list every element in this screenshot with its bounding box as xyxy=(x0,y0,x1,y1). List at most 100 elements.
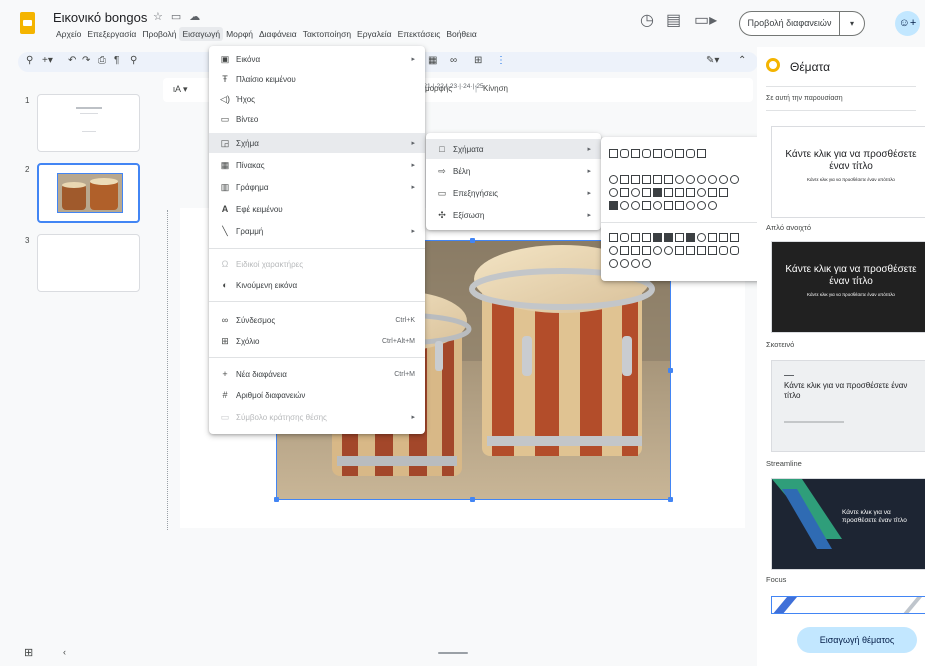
flowchart-offpage-shape[interactable] xyxy=(620,246,629,255)
theme-card-partial[interactable] xyxy=(771,596,925,614)
menu-item-audio[interactable]: ◁) Ήχος xyxy=(209,89,425,109)
slides-logo[interactable] xyxy=(20,12,35,34)
pentagon-shape[interactable] xyxy=(675,175,684,184)
submenu-item-equation[interactable]: ✣ Εξίσωση ▸ xyxy=(426,205,601,225)
menu-item-text-box[interactable]: Ŧ Πλαίσιο κειμένου xyxy=(209,69,425,89)
cross-shape[interactable] xyxy=(675,188,684,197)
menu-insert[interactable]: Εισαγωγή xyxy=(179,27,224,41)
comments-icon[interactable]: ▤ xyxy=(666,10,681,30)
menu-item-line[interactable]: ╲ Γραμμή ▸ xyxy=(209,221,425,241)
search-menus-icon[interactable]: ⚲ xyxy=(26,55,33,66)
flowchart-data-shape[interactable] xyxy=(642,233,651,242)
flowchart-predefined-shape[interactable] xyxy=(653,233,662,242)
menu-item-chart[interactable]: ▥ Γράφημα ▸ xyxy=(209,177,425,197)
flowchart-or-shape[interactable] xyxy=(664,246,673,255)
flowchart-sequential-shape[interactable] xyxy=(609,259,618,268)
flowchart-punched-tape-shape[interactable] xyxy=(642,246,651,255)
menu-item-link[interactable]: ∞ Σύνδεσμος Ctrl+K xyxy=(209,310,425,330)
resize-handle[interactable] xyxy=(668,368,673,373)
heptagon-shape[interactable] xyxy=(697,175,706,184)
dodecagon-shape[interactable] xyxy=(730,175,739,184)
flowchart-multidocument-shape[interactable] xyxy=(686,233,695,242)
trapezoid-shape[interactable] xyxy=(653,175,662,184)
cloud-shape[interactable] xyxy=(708,201,717,210)
menu-view[interactable]: Προβολή xyxy=(139,27,179,41)
submenu-item-callouts[interactable]: ▭ Επεξηγήσεις ▸ xyxy=(426,183,601,203)
flowchart-direct-access-shape[interactable] xyxy=(631,259,640,268)
flowchart-terminator-shape[interactable] xyxy=(697,233,706,242)
no-symbol-shape[interactable] xyxy=(620,201,629,210)
flowchart-delay-shape[interactable] xyxy=(730,246,739,255)
can-shape[interactable] xyxy=(697,188,706,197)
flowchart-card-shape[interactable] xyxy=(631,246,640,255)
flowchart-connector-shape[interactable] xyxy=(609,246,618,255)
diagonal-stripe-shape[interactable] xyxy=(664,188,673,197)
history-icon[interactable]: ◷ xyxy=(640,10,654,30)
pie-shape[interactable] xyxy=(609,188,618,197)
slide-thumbnail-3[interactable] xyxy=(37,234,140,292)
theme-card-simple-light[interactable]: Κάντε κλικ για να προσθέσετε έναν τίτλο … xyxy=(771,126,925,218)
menu-arrange[interactable]: Τακτοποίηση xyxy=(300,27,354,41)
snip-rectangle-shape[interactable] xyxy=(631,149,640,158)
flowchart-extract-shape[interactable] xyxy=(697,246,706,255)
flowchart-merge-shape[interactable] xyxy=(708,246,717,255)
resize-handle[interactable] xyxy=(668,497,673,502)
heart-shape[interactable] xyxy=(664,201,673,210)
print-icon[interactable]: ⎙ xyxy=(98,55,106,66)
rounded-rectangle-shape[interactable] xyxy=(620,149,629,158)
collapse-icon[interactable]: ⌃ xyxy=(738,55,746,66)
menu-item-animation[interactable]: ◐ Κινούμενη εικόνα xyxy=(209,275,425,295)
menu-tools[interactable]: Εργαλεία xyxy=(354,27,395,41)
hexagon-shape[interactable] xyxy=(686,175,695,184)
flowchart-process-shape[interactable] xyxy=(609,233,618,242)
sun-shape[interactable] xyxy=(686,201,695,210)
decagon-shape[interactable] xyxy=(719,175,728,184)
menu-help[interactable]: Βοήθεια xyxy=(443,27,479,41)
more-options-icon[interactable]: ⋮ xyxy=(496,55,506,66)
resize-handle[interactable] xyxy=(470,497,475,502)
menu-extensions[interactable]: Επεκτάσεις xyxy=(395,27,444,41)
document-title[interactable]: Εικονικό bongos xyxy=(53,10,147,25)
import-theme-button[interactable]: Εισαγωγή θέματος xyxy=(797,627,917,653)
menu-item-slide-numbers[interactable]: # Αριθμοί διαφανειών xyxy=(209,385,425,405)
redo-icon[interactable]: ↷ xyxy=(82,55,90,66)
octagon-shape[interactable] xyxy=(708,175,717,184)
snip-round-shape[interactable] xyxy=(642,149,651,158)
smiley-face-shape[interactable] xyxy=(653,201,662,210)
meet-icon[interactable]: ▭▸ xyxy=(694,10,717,30)
right-triangle-shape[interactable] xyxy=(631,175,640,184)
round-same-side-shape[interactable] xyxy=(675,149,684,158)
flowchart-sort-shape[interactable] xyxy=(686,246,695,255)
flowchart-decision-shape[interactable] xyxy=(631,233,640,242)
table-tool-icon[interactable]: ▦ xyxy=(428,55,437,66)
moon-shape[interactable] xyxy=(697,201,706,210)
chord-shape[interactable] xyxy=(620,188,629,197)
menu-format[interactable]: Μορφή xyxy=(223,27,256,41)
flowchart-summing-shape[interactable] xyxy=(653,246,662,255)
flowchart-alternate-shape[interactable] xyxy=(620,233,629,242)
undo-icon[interactable]: ↶ xyxy=(68,55,76,66)
text-color-icon[interactable]: ιΑ ▾ xyxy=(173,84,188,95)
flowchart-collate-shape[interactable] xyxy=(675,246,684,255)
menu-item-image[interactable]: ▣ Εικόνα ▸ xyxy=(209,49,425,69)
menu-edit[interactable]: Επεξεργασία xyxy=(84,27,139,41)
paint-format-icon[interactable]: ¶ xyxy=(114,55,119,66)
menu-item-shape[interactable]: ◲ Σχήμα ▸ xyxy=(209,133,425,153)
share-icon[interactable]: ☺+ xyxy=(895,11,920,36)
donut-shape[interactable] xyxy=(609,201,618,210)
block-arc-shape[interactable] xyxy=(631,201,640,210)
pen-icon[interactable]: ✎▾ xyxy=(706,55,719,66)
teardrop-shape[interactable] xyxy=(631,188,640,197)
link-icon[interactable]: ∞ xyxy=(450,55,457,66)
resize-handle[interactable] xyxy=(274,497,279,502)
theme-card-dark[interactable]: Κάντε κλικ για να προσθέσετε έναν τίτλο … xyxy=(771,241,925,333)
menu-item-new-slide[interactable]: + Νέα διαφάνεια Ctrl+M xyxy=(209,364,425,384)
flowchart-manual-operation-shape[interactable] xyxy=(730,233,739,242)
round-single-shape[interactable] xyxy=(686,149,695,158)
bevel-shape[interactable] xyxy=(719,188,728,197)
slide-thumbnail-1[interactable] xyxy=(37,94,140,152)
lightning-shape[interactable] xyxy=(675,201,684,210)
speaker-notes-handle[interactable] xyxy=(438,652,468,654)
oval-shape[interactable] xyxy=(609,175,618,184)
round-diagonal-shape[interactable] xyxy=(664,149,673,158)
